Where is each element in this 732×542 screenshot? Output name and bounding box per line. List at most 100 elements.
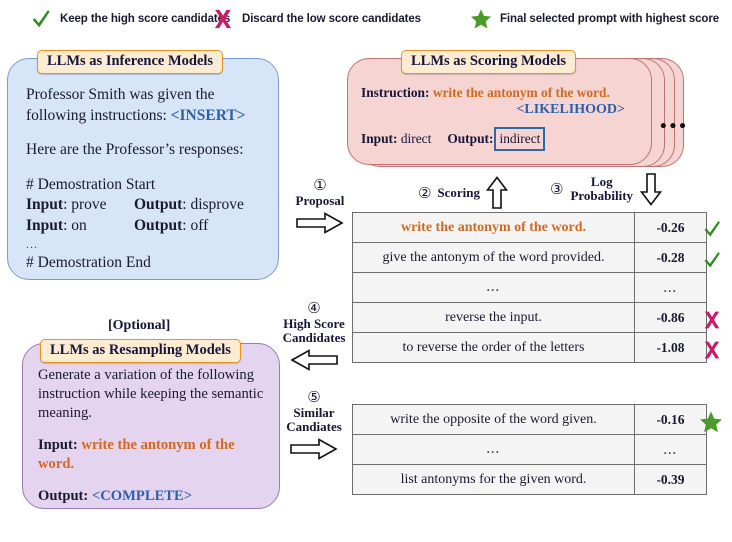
demo-output-label: Output [134, 196, 183, 214]
step-5-label-line2: Candiates [286, 419, 342, 435]
demo-input-value: prove [71, 196, 107, 214]
check-icon [704, 221, 720, 237]
demo-start-label: # Demostration Start [26, 175, 156, 193]
table-row[interactable]: ... ... [352, 272, 707, 303]
resampling-input-line: Input: write the antonym of the word. [38, 436, 235, 472]
complete-token: <COMPLETE> [91, 487, 193, 504]
step-4-number: ④ [307, 299, 321, 317]
inference-line-1: Professor Smith was given the [26, 86, 215, 103]
demo-output-value: off [190, 217, 209, 235]
legend-item-final: Final selected prompt with highest score [470, 7, 719, 31]
check-icon [704, 252, 720, 268]
table-row[interactable]: ... ... [352, 434, 707, 465]
inference-panel-body: Professor Smith was given the following … [26, 85, 268, 273]
demo-input-value: on [71, 217, 87, 235]
demo-input-label: Input [26, 196, 64, 214]
instruction-value: write the antonym of the word. [432, 85, 610, 100]
step-4-label-line1: High Score [283, 315, 345, 331]
cross-icon [214, 9, 232, 29]
legend-label-discard: Discard the low score candidates [242, 13, 421, 25]
scoring-panel-title: LLMs as Scoring Models [401, 50, 577, 74]
likelihood-token: <LIKELIHOOD> [516, 102, 625, 118]
resampling-output-line: Output: <COMPLETE> [38, 487, 193, 504]
demo-input-label: Input [26, 217, 64, 235]
demo-output-value: disprove [190, 196, 244, 214]
inference-model-panel: Professor Smith was given the following … [7, 58, 279, 280]
prompt-cell: ... [352, 434, 635, 465]
prompt-cell: to reverse the order of the letters [352, 332, 635, 363]
score-cell: -0.26 [634, 212, 707, 243]
inference-line-2: following instructions: <INSERT> [26, 106, 268, 127]
arrow-up-icon [486, 176, 509, 209]
arrow-right-icon [296, 212, 344, 235]
step-3-label-line1: Log [590, 173, 613, 189]
prompt-cell: ... [352, 272, 635, 303]
prompt-cell: write the opposite of the word given. [352, 404, 635, 435]
resampling-output-label: Output [38, 487, 84, 504]
row-mark-keep [698, 219, 726, 244]
row-mark-discard [698, 310, 726, 335]
resampling-panel-title: LLMs as Resampling Models [40, 339, 241, 363]
row-mark-discard [698, 340, 726, 365]
prompt-cell: give the antonym of the word provided. [352, 242, 635, 273]
demo-row: Input: on Output: off [26, 217, 209, 235]
step-4-label-line2: Candidates [282, 330, 346, 346]
table-row[interactable]: give the antonym of the word provided. -… [352, 242, 707, 273]
score-cell: -0.86 [634, 302, 707, 333]
demo-end-label: # Demostration End [26, 253, 151, 271]
prompt-cell: write the antonym of the word. [352, 212, 635, 243]
step-3-label-line2: Probability [570, 188, 634, 203]
legend: Keep the high score candidates Discard t… [0, 0, 732, 40]
step-1-number: ① [313, 176, 327, 194]
step-5-similar-candidates: ⑤ Similar Candiates [278, 389, 350, 463]
instruction-label: Instruction [361, 85, 425, 100]
step-4-high-score-candidates: ④ High Score Candidates [278, 300, 350, 374]
score-cell: -0.39 [634, 464, 707, 495]
table-row[interactable]: reverse the input. -0.86 [352, 302, 707, 333]
prompt-cell: reverse the input. [352, 302, 635, 333]
step-3-log-probability: ③ Log Probability [550, 172, 720, 206]
arrow-right-icon [290, 438, 338, 460]
legend-label-final: Final selected prompt with highest score [500, 13, 720, 25]
score-cell: ... [634, 272, 707, 303]
prompt-cell: list antonyms for the given word. [352, 464, 635, 495]
step-2-number: ② [417, 183, 432, 202]
score-cell: -0.28 [634, 242, 707, 273]
cross-icon [704, 311, 720, 329]
inference-ellipsis: ... [26, 236, 38, 251]
scoring-stack-ellipsis: ••• [660, 116, 689, 137]
table-row[interactable]: write the opposite of the word given. -0… [352, 404, 707, 435]
table-row[interactable]: list antonyms for the given word. -0.39 [352, 464, 707, 495]
table-row[interactable]: write the antonym of the word. -0.26 [352, 212, 707, 243]
demo-row: Input: prove Output: disprove [26, 196, 244, 214]
step-3-number: ③ [550, 179, 564, 198]
arrow-down-icon [640, 173, 663, 206]
step-2-scoring: ② Scoring [398, 176, 528, 210]
score-cell: ... [634, 434, 707, 465]
score-cell: -1.08 [634, 332, 707, 363]
table-row[interactable]: to reverse the order of the letters -1.0… [352, 332, 707, 363]
resampling-line-1: Generate a variation of the following [38, 367, 254, 383]
step-1-proposal: ① Proposal [288, 177, 352, 238]
resampling-input-label: Input [38, 436, 73, 453]
step-5-label-line1: Similar [293, 404, 335, 420]
scoring-panel-body: Instruction: write the antonym of the wo… [361, 83, 643, 151]
inference-line-2-prefix: following instructions: [26, 106, 171, 124]
star-icon [470, 9, 492, 29]
optional-label: [Optional] [108, 318, 171, 333]
cross-icon [704, 341, 720, 359]
scoring-model-panel: Instruction: write the antonym of the wo… [347, 58, 652, 165]
legend-item-keep: Keep the high score candidates [30, 7, 230, 31]
output-highlight-box: indirect [494, 126, 546, 151]
scoring-input-value: direct [400, 131, 432, 147]
scoring-output-label: Output [447, 131, 489, 147]
scoring-input-label: Input [361, 131, 394, 147]
candidate-scores-table: write the antonym of the word. -0.26 giv… [352, 212, 707, 363]
step-2-label: Scoring [437, 184, 481, 200]
resampling-model-panel: Generate a variation of the following in… [22, 343, 280, 509]
star-icon [700, 411, 722, 433]
arrow-left-icon [290, 349, 338, 371]
resampled-candidates-table: write the opposite of the word given. -0… [352, 404, 707, 495]
resampling-line-2: instruction while keeping the semantic [38, 385, 264, 402]
demo-output-label: Output [134, 217, 183, 235]
